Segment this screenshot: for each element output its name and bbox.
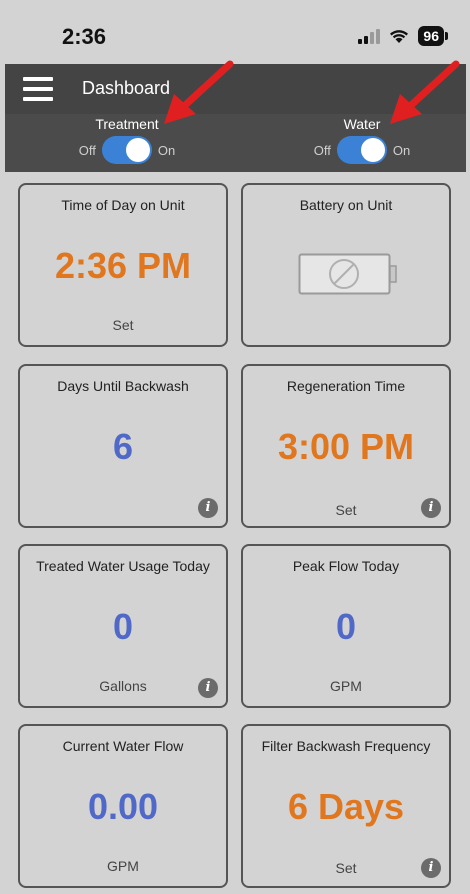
treatment-toggle-switch[interactable] (101, 136, 152, 164)
wifi-icon (390, 30, 409, 43)
days-until-backwash-tile: Days Until Backwash 6 i (18, 364, 228, 528)
tile-title: Current Water Flow (62, 738, 184, 754)
tile-title: Days Until Backwash (57, 378, 189, 394)
battery-tile: Battery on Unit (241, 183, 451, 347)
water-on-label: On (392, 142, 411, 158)
days-until-backwash-value: 6 (112, 426, 134, 467)
hamburger-menu-icon[interactable] (23, 77, 53, 101)
tile-title: Regeneration Time (286, 378, 406, 394)
time-of-day-value: 2:36 PM (54, 245, 192, 286)
red-arrow-icon (164, 60, 234, 124)
battery-unavailable-icon (298, 253, 397, 295)
set-time-button[interactable]: Set (20, 317, 226, 333)
status-bar: 2:36 96 (0, 0, 470, 64)
water-toggle-switch[interactable] (336, 136, 387, 164)
filter-backwash-frequency-value: 6 Days (287, 786, 405, 827)
peak-flow-value: 0 (335, 606, 357, 647)
current-water-flow-tile: Current Water Flow 0.00 GPM (18, 724, 228, 888)
treated-water-usage-value: 0 (112, 606, 134, 647)
info-icon[interactable]: i (198, 678, 218, 698)
water-off-label: Off (313, 142, 331, 158)
status-icons: 96 (358, 24, 448, 48)
current-water-flow-value: 0.00 (87, 786, 159, 827)
peak-flow-unit-label: GPM (330, 678, 362, 694)
time-of-day-tile[interactable]: Time of Day on Unit 2:36 PM Set (18, 183, 228, 347)
tile-title: Treated Water Usage Today (36, 558, 210, 574)
info-icon[interactable]: i (198, 498, 218, 518)
treatment-off-label: Off (78, 142, 96, 158)
toggle-knob (125, 138, 150, 162)
red-arrow-icon (390, 60, 460, 124)
regeneration-time-tile[interactable]: Regeneration Time 3:00 PM Set i (241, 364, 451, 528)
treated-water-usage-tile: Treated Water Usage Today 0 Gallons i (18, 544, 228, 708)
filter-backwash-frequency-tile[interactable]: Filter Backwash Frequency 6 Days Set i (241, 724, 451, 888)
toggle-knob (360, 138, 385, 162)
tile-title: Filter Backwash Frequency (261, 738, 431, 754)
usage-unit-label: Gallons (99, 678, 147, 694)
regeneration-time-value: 3:00 PM (277, 426, 415, 467)
page-title: Dashboard (82, 78, 171, 98)
peak-flow-tile: Peak Flow Today 0 GPM (241, 544, 451, 708)
set-backwash-frequency-button[interactable]: Set (243, 860, 449, 876)
tile-title: Peak Flow Today (292, 558, 400, 574)
treatment-on-label: On (157, 142, 176, 158)
battery-icon: 96 (418, 26, 448, 46)
info-icon[interactable]: i (421, 858, 441, 878)
tile-title: Time of Day on Unit (61, 197, 185, 213)
set-regeneration-button[interactable]: Set (243, 502, 449, 518)
tile-title: Battery on Unit (299, 197, 393, 213)
signal-icon (358, 28, 381, 44)
info-icon[interactable]: i (421, 498, 441, 518)
flow-unit-label: GPM (107, 858, 139, 874)
status-time: 2:36 (62, 24, 107, 49)
